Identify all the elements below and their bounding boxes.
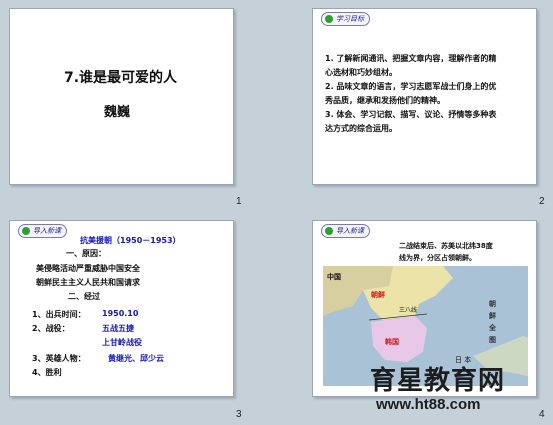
- map-label: 朝: [489, 299, 496, 308]
- slide-thumbnail-2[interactable]: 学习目标 1. 了解新闻通讯、把握文章内容，理解作者的精 心选材和巧妙组材。 2…: [312, 8, 537, 185]
- list-label: 4、胜利: [32, 368, 62, 377]
- list-value: 黄继光、邱少云: [108, 354, 164, 363]
- watermark-brand: 育星教育网: [370, 366, 506, 396]
- objective-line: 1. 了解新闻通讯、把握文章内容，理解作者的精: [325, 54, 497, 63]
- badge-icon: [325, 15, 333, 23]
- map-label: 全: [488, 323, 497, 332]
- slide-thumbnail-3[interactable]: 导入新课 抗美援朝（1950－1953） 一、原因： 美侵略活动严重威胁中国安全…: [9, 220, 234, 397]
- map-label: 中国: [327, 272, 341, 281]
- slide-number-1: 1: [236, 196, 242, 207]
- reason-line: 美侵略活动严重威胁中国安全: [36, 264, 140, 273]
- slide-title: 7.谁是最可爱的人: [64, 70, 178, 86]
- list-label: 2、战役：: [32, 324, 70, 333]
- list-value: 上甘岭战役: [102, 338, 142, 347]
- section-heading: 二、经过: [68, 292, 100, 301]
- slide-heading: 抗美援朝（1950－1953）: [80, 236, 181, 245]
- objective-line: 2. 品味文章的语言，学习志愿军战士们身上的优: [325, 82, 497, 91]
- slide-number-3: 3: [236, 409, 242, 420]
- objective-line: 3. 体会、学习记叙、描写、议论、抒情等多种表: [325, 110, 497, 119]
- slide-author: 魏巍: [104, 105, 131, 120]
- map-label: 三八线: [399, 306, 417, 314]
- section-badge: 导入新课: [321, 224, 370, 238]
- badge-icon: [22, 227, 30, 235]
- list-value: 1950.10: [102, 309, 139, 318]
- map-caption: 线为界，分区占领朝鲜。: [399, 254, 476, 262]
- badge-icon: [325, 227, 333, 235]
- list-label: 3、英雄人物：: [32, 354, 86, 363]
- section-badge: 学习目标: [321, 12, 370, 26]
- slide-thumbnail-1[interactable]: 7.谁是最可爱的人 魏巍: [9, 8, 234, 185]
- watermark-url: www.ht88.com: [376, 396, 481, 413]
- watermark: 育星教育网 www.ht88.com: [362, 360, 552, 420]
- section-badge: 导入新课: [18, 224, 67, 238]
- list-value: 五战五捷: [102, 324, 134, 333]
- objective-line: 秀品质，继承和发扬他们的精神。: [325, 96, 445, 105]
- map-caption: 二战结束后、苏美以北纬38度: [399, 242, 493, 250]
- list-label: 1、出兵时间：: [32, 310, 86, 319]
- map-label: 鲜: [489, 311, 496, 320]
- map-label: 图: [489, 335, 496, 344]
- map-label: 韩国: [385, 337, 399, 346]
- slide-number-2: 2: [539, 196, 545, 207]
- map-label: 朝鲜: [371, 290, 385, 299]
- objective-line: 心选材和巧妙组材。: [325, 68, 397, 77]
- objective-line: 达方式的综合运用。: [325, 124, 397, 133]
- section-heading: 一、原因：: [66, 249, 106, 258]
- reason-line: 朝鲜民主主义人民共和国请求: [36, 278, 140, 287]
